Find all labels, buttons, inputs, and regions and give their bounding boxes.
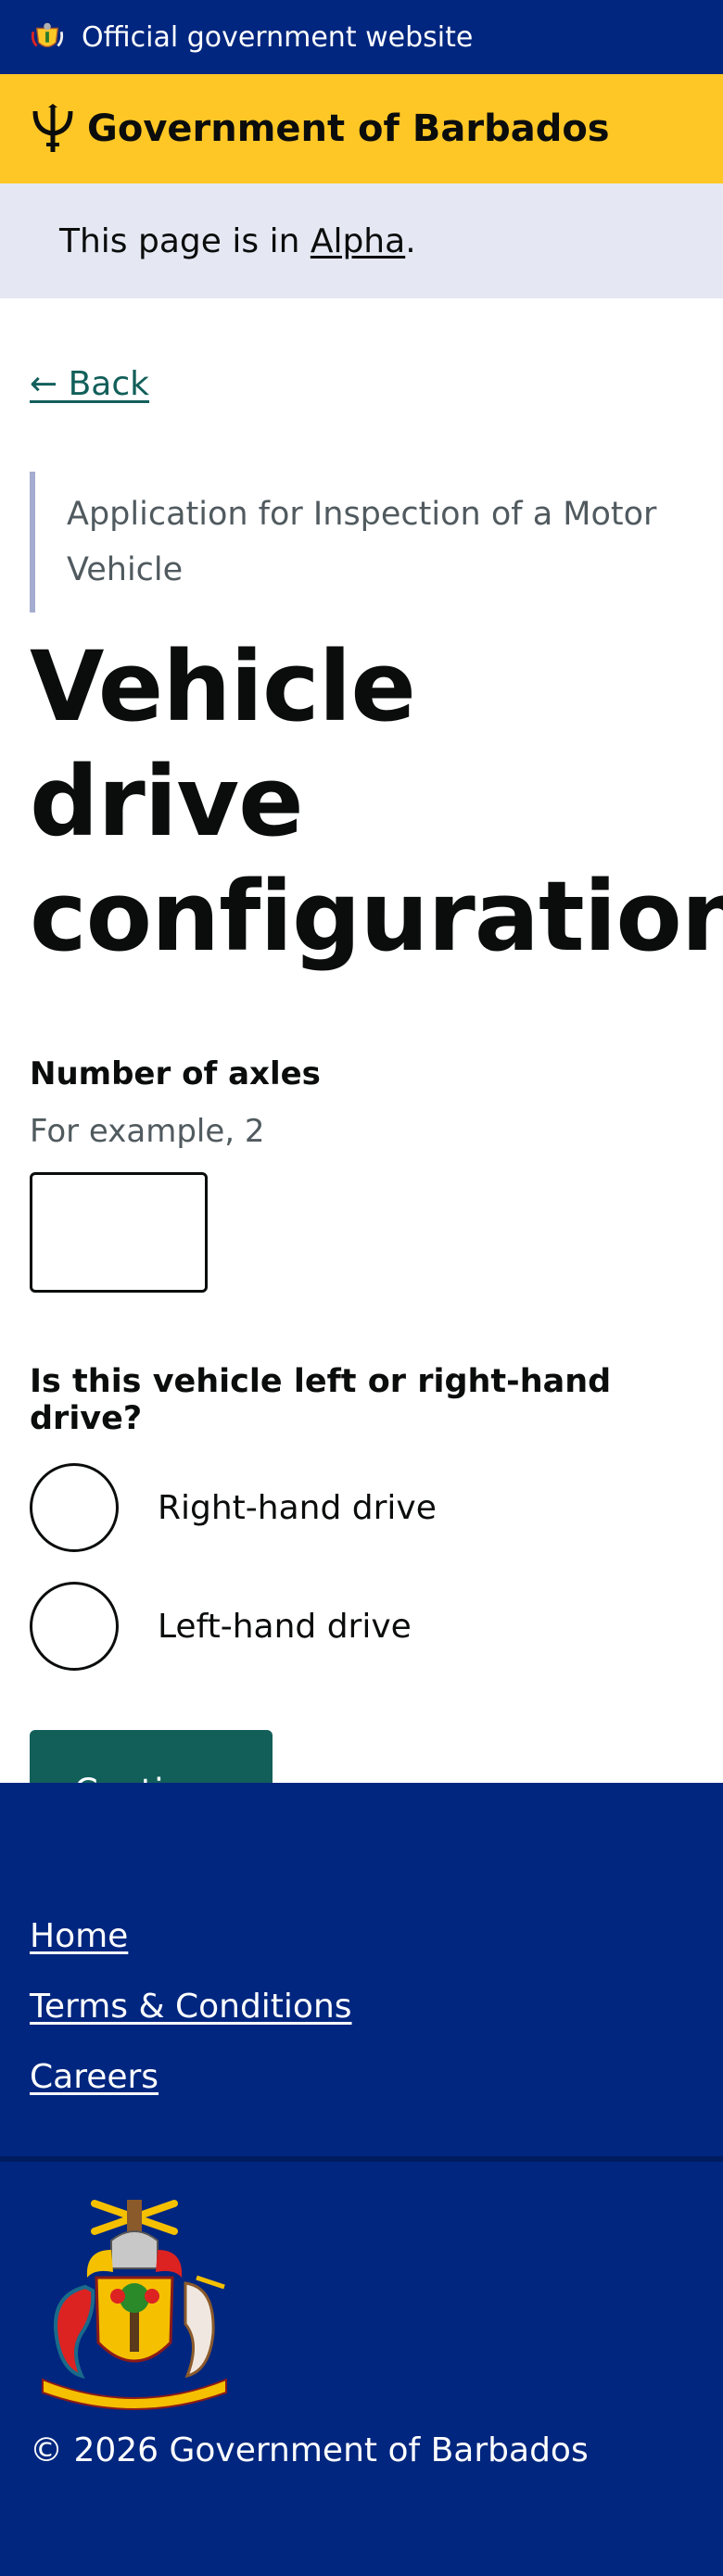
radio-label[interactable]: Right-hand drive	[158, 1489, 437, 1527]
main-content: ← Back Application for Inspection of a M…	[0, 298, 723, 1852]
official-website-text: Official government website	[82, 20, 474, 54]
footer-link-terms[interactable]: Terms & Conditions	[30, 1972, 693, 2042]
axles-hint: For example, 2	[30, 1113, 265, 1150]
footer: Home Terms & Conditions Careers © 2026 G…	[0, 1783, 723, 2576]
footer-links: Home Terms & Conditions Careers	[0, 1783, 723, 2113]
axles-input[interactable]	[30, 1172, 208, 1293]
footer-divider	[0, 2156, 723, 2162]
brand-header[interactable]: Government of Barbados	[0, 74, 723, 183]
radio-button[interactable]	[30, 1463, 119, 1552]
phase-banner: This page is in Alpha.	[0, 183, 723, 298]
phase-suffix: .	[405, 221, 416, 260]
radio-label[interactable]: Left-hand drive	[158, 1608, 412, 1646]
drive-legend: Is this vehicle left or right-hand drive…	[30, 1363, 612, 1437]
trident-icon	[32, 104, 73, 152]
brand-name: Government of Barbados	[87, 107, 610, 150]
footer-link-careers[interactable]: Careers	[30, 2042, 693, 2113]
page-title: Vehicle drive configuration	[30, 630, 723, 973]
radio-right-hand-drive[interactable]: Right-hand drive	[30, 1463, 693, 1552]
copyright-text: © 2026 Government of Barbados	[30, 2431, 589, 2469]
radio-button[interactable]	[30, 1582, 119, 1671]
footer-link-home[interactable]: Home	[30, 1901, 693, 1972]
radio-left-hand-drive[interactable]: Left-hand drive	[30, 1582, 693, 1671]
axles-label: Number of axles	[30, 1055, 321, 1092]
phase-alpha-link[interactable]: Alpha	[311, 222, 405, 260]
official-banner: Official government website	[0, 0, 723, 74]
form-caption: Application for Inspection of a Motor Ve…	[30, 472, 693, 612]
coat-of-arms-icon	[42, 2200, 227, 2410]
coat-of-arms-icon	[31, 22, 64, 48]
back-link[interactable]: ← Back	[30, 365, 149, 403]
phase-prefix: This page is in	[59, 221, 311, 260]
